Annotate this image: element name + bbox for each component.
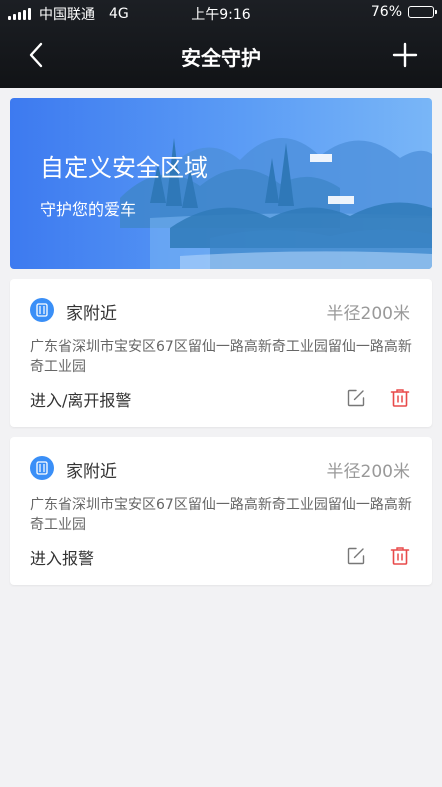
zone-alarm-type: 进入报警 (30, 549, 95, 568)
location-pin-icon (30, 298, 54, 322)
safety-zone-banner: 自定义安全区域 守护您的爱车 (10, 98, 432, 269)
zone-card[interactable]: 家附近 半径200米 广东省深圳市宝安区67区留仙一路高新奇工业园留仙一路高新奇… (10, 437, 432, 585)
zone-name: 家附近 (66, 304, 117, 324)
edit-zone-button[interactable] (346, 546, 366, 566)
trash-icon (390, 547, 410, 565)
page-title: 安全守护 (181, 46, 261, 70)
zone-name: 家附近 (66, 462, 117, 482)
add-zone-button[interactable] (390, 40, 420, 70)
delete-zone-button[interactable] (390, 388, 410, 408)
battery-icon (408, 6, 437, 18)
battery-percent: 76% (370, 4, 402, 20)
zone-card[interactable]: 家附近 半径200米 广东省深圳市宝安区67区留仙一路高新奇工业园留仙一路高新奇… (10, 279, 432, 427)
plus-icon (392, 42, 418, 68)
zone-radius: 半径200米 (326, 462, 410, 482)
status-time: 上午9:16 (191, 7, 251, 23)
edit-zone-button[interactable] (346, 388, 366, 408)
status-bar: 中国联通 4G 上午9:16 76% (0, 0, 442, 24)
trash-icon (390, 389, 410, 407)
chevron-left-icon (29, 42, 43, 68)
zone-radius: 半径200米 (326, 304, 410, 324)
landscape-illustration (120, 137, 432, 269)
back-button[interactable] (22, 40, 52, 70)
banner-subtitle: 守护您的爱车 (40, 200, 137, 219)
delete-zone-button[interactable] (390, 546, 410, 566)
location-pin-icon (30, 456, 54, 480)
edit-icon (347, 547, 365, 565)
zone-address: 广东省深圳市宝安区67区留仙一路高新奇工业园留仙一路高新奇工业园 (30, 339, 412, 375)
zone-address: 广东省深圳市宝安区67区留仙一路高新奇工业园留仙一路高新奇工业园 (30, 497, 412, 533)
zone-alarm-type: 进入/离开报警 (30, 391, 132, 410)
edit-icon (347, 389, 365, 407)
banner-title: 自定义安全区域 (40, 154, 208, 182)
top-header: 中国联通 4G 上午9:16 76% 安全守护 (0, 0, 442, 88)
